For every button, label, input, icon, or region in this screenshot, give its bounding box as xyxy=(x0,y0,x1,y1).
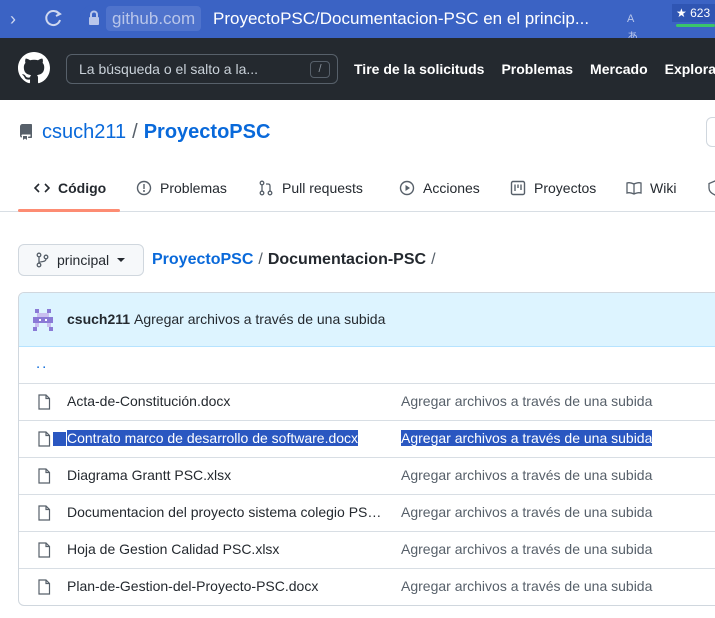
table-row[interactable]: Documentacion del proyecto sistema coleg… xyxy=(19,495,715,532)
file-commit-message-link[interactable]: Agregar archivos a través de una subida xyxy=(401,430,653,446)
table-row[interactable]: Contrato marco de desarrollo de software… xyxy=(19,421,715,458)
play-icon xyxy=(399,180,415,196)
code-icon xyxy=(34,183,50,193)
file-name-link[interactable]: Hoja de Gestion Calidad PSC.xlsx xyxy=(67,541,383,557)
chevron-down-icon xyxy=(117,258,126,262)
git-branch-icon xyxy=(36,252,49,268)
breadcrumb-current-dir: Documentacion-PSC xyxy=(267,251,427,268)
breadcrumb-separator: / xyxy=(258,251,263,268)
file-name-link[interactable]: Plan-de-Gestion-del-Proyecto-PSC.docx xyxy=(67,578,383,594)
search-input[interactable]: La búsqueda o el salto a la... / xyxy=(66,54,338,84)
repo-title: csuch211 / ProyectoPSC xyxy=(18,118,270,146)
repo-separator: / xyxy=(132,120,138,143)
reload-icon[interactable] xyxy=(44,8,64,28)
file-icon xyxy=(38,579,51,595)
file-list: csuch211 Agregar archivos a través de un… xyxy=(18,292,715,606)
tab-label: Problemas xyxy=(160,180,227,196)
file-icon xyxy=(38,468,51,484)
tab-code[interactable]: Código xyxy=(34,165,106,211)
active-tab-indicator xyxy=(18,209,120,212)
pull-request-icon xyxy=(259,180,273,196)
tab-label: Wiki xyxy=(650,180,677,196)
tab-label: Proyectos xyxy=(534,180,597,196)
nav-explore[interactable]: Explorar xyxy=(665,61,715,77)
branch-name: principal xyxy=(57,252,110,268)
avatar[interactable] xyxy=(33,309,53,331)
repo-tabs: Código Problemas Pull requests Acciones … xyxy=(0,165,715,212)
file-name-link[interactable]: Acta-de-Constitución.docx xyxy=(67,393,383,409)
search-placeholder: La búsqueda o el salto a la... xyxy=(79,61,259,77)
issue-icon xyxy=(136,180,152,196)
shield-icon xyxy=(708,180,715,196)
breadcrumb-trailing-separator: / xyxy=(431,251,436,268)
table-row[interactable]: Plan-de-Gestion-del-Proyecto-PSC.docx Agr… xyxy=(19,569,715,605)
tab-wiki[interactable]: Wiki xyxy=(626,165,676,211)
branch-select-button[interactable]: principal xyxy=(18,244,144,276)
table-row[interactable]: Diagrama Grantt PSC.xlsx Agregar archivos… xyxy=(19,458,715,495)
commit-message-link[interactable]: Agregar archivos a través de una subida xyxy=(134,311,385,327)
github-header: La búsqueda o el salto a la... / Tire de… xyxy=(0,38,715,100)
commit-author-link[interactable]: csuch211 xyxy=(67,311,130,327)
lock-icon[interactable] xyxy=(88,10,100,26)
star-count: 623 xyxy=(690,6,711,20)
file-icon xyxy=(38,505,51,521)
file-commit-message-link[interactable]: Agregar archivos a través de una subida xyxy=(401,467,652,483)
extension-progress-bar xyxy=(676,24,715,27)
file-name-link[interactable]: Diagrama Grantt PSC.xlsx xyxy=(67,467,383,483)
file-icon xyxy=(38,431,51,447)
tab-projects[interactable]: Proyectos xyxy=(510,165,596,211)
global-nav: Tire de la solicituds Problemas Mercado … xyxy=(354,38,715,100)
nav-marketplace[interactable]: Mercado xyxy=(590,61,648,77)
tab-overflow[interactable] xyxy=(707,165,715,211)
tab-pull-requests[interactable]: Pull requests xyxy=(258,165,363,211)
file-name-link[interactable]: Contrato marco de desarrollo de software… xyxy=(67,430,359,446)
nav-pull-requests[interactable]: Tire de la solicituds xyxy=(354,61,484,77)
parent-dir-link[interactable]: .. xyxy=(36,355,48,372)
book-icon xyxy=(626,182,642,195)
translate-icon[interactable]: Aあ xyxy=(627,10,645,43)
tab-label: Acciones xyxy=(423,180,480,196)
selection-marker xyxy=(53,432,66,446)
url-path[interactable]: ProyectoPSC/Documentacion-PSC en el prin… xyxy=(213,6,603,31)
tab-label: Código xyxy=(58,180,107,196)
tab-label: Pull requests xyxy=(282,180,363,196)
file-commit-message-link[interactable]: Agregar archivos a través de una subida xyxy=(401,541,652,557)
latest-commit-bar: csuch211 Agregar archivos a través de un… xyxy=(19,293,715,347)
breadcrumb-repo-link[interactable]: ProyectoPSC xyxy=(152,251,253,268)
watch-button[interactable] xyxy=(706,117,715,147)
file-icon xyxy=(38,542,51,558)
file-name-link[interactable]: Documentacion del proyecto sistema coleg… xyxy=(67,504,383,520)
table-row[interactable]: Hoja de Gestion Calidad PSC.xlsx Agregar … xyxy=(19,532,715,569)
search-shortcut-key: / xyxy=(310,61,330,78)
parent-dir-row: .. xyxy=(19,347,715,384)
project-icon xyxy=(510,180,526,196)
breadcrumb: ProyectoPSC / Documentacion-PSC / xyxy=(152,249,441,271)
browser-toolbar: › github.com ProyectoPSC/Documentacion-P… xyxy=(0,0,715,43)
forward-icon[interactable]: › xyxy=(10,9,30,29)
github-logo-icon[interactable] xyxy=(18,52,50,84)
file-commit-message-link[interactable]: Agregar archivos a través de una subida xyxy=(401,504,652,520)
file-commit-message-link[interactable]: Agregar archivos a través de una subida xyxy=(401,578,652,594)
repo-owner-link[interactable]: csuch211 xyxy=(42,121,126,144)
repo-name-link[interactable]: ProyectoPSC xyxy=(144,121,271,144)
repo-icon xyxy=(19,124,32,140)
url-host[interactable]: github.com xyxy=(106,6,202,31)
nav-issues[interactable]: Problemas xyxy=(501,61,573,77)
extension-star-badge[interactable]: ★ 623 xyxy=(672,4,715,22)
file-commit-message-link[interactable]: Agregar archivos a través de una subida xyxy=(401,393,652,409)
tab-actions[interactable]: Acciones xyxy=(399,165,480,211)
file-icon xyxy=(38,394,51,410)
table-row[interactable]: Acta-de-Constitución.docx Agregar archivo… xyxy=(19,384,715,421)
tab-issues[interactable]: Problemas xyxy=(136,165,227,211)
